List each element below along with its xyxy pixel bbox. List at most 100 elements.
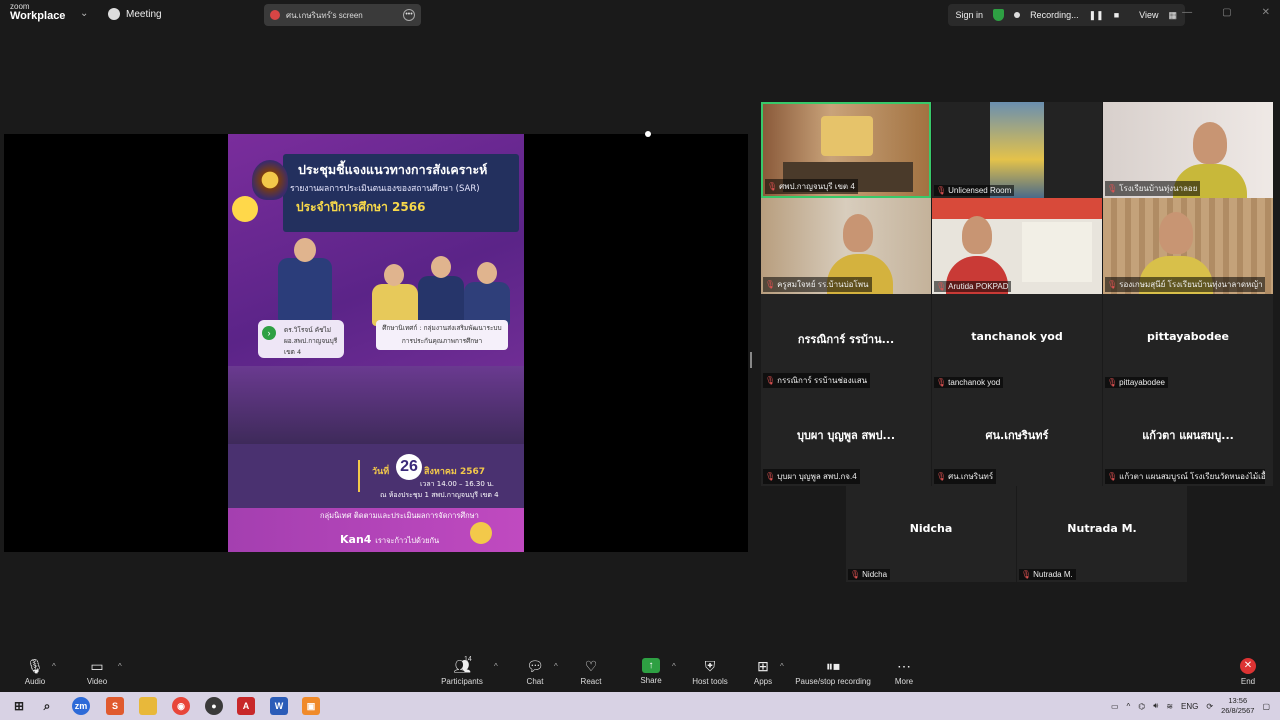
more-label: More bbox=[894, 677, 914, 686]
mic-off-icon: 🎙︎ bbox=[1107, 378, 1118, 387]
zoom-app-icon[interactable]: zm bbox=[72, 697, 90, 715]
participant-tile[interactable]: pittayabodee 🎙︎ pittayabodee bbox=[1103, 294, 1273, 390]
word-icon[interactable]: W bbox=[270, 697, 288, 715]
stop-recording-icon[interactable]: ■ bbox=[1114, 10, 1119, 20]
meeting-toolbar: 🎙︎ Audio ^ ▭ Video ^ 👥︎ 14 Participants … bbox=[0, 654, 1280, 692]
audio-options-caret[interactable]: ^ bbox=[52, 662, 56, 671]
chrome-icon[interactable]: ◉ bbox=[172, 697, 190, 715]
arrow-right-icon: › bbox=[262, 326, 276, 340]
footer-slogan: Kan4 เราจะก้าวไปด้วยกัน bbox=[340, 533, 439, 547]
more-icon: ⋯ bbox=[897, 658, 911, 674]
notification-icon[interactable]: ▢ bbox=[1262, 702, 1270, 711]
system-tray: ▭ ^ ⌬ 🔊︎ ≋ ENG ⟳ 13:56 26/8/2567 ▢ bbox=[1111, 696, 1270, 716]
remote-cursor bbox=[645, 131, 651, 137]
video-label: Video bbox=[86, 677, 108, 686]
participant-tile[interactable]: 🎙︎ Arutida POKPAD bbox=[932, 198, 1102, 294]
chat-options-caret[interactable]: ^ bbox=[554, 662, 558, 671]
zoom-logo: zoom Workplace bbox=[10, 3, 65, 22]
participant-name-label: 🎙︎ บุบผา บุญพูล สพป.กจ.4 bbox=[763, 469, 860, 484]
chat-button[interactable]: 💬︎ Chat bbox=[518, 658, 552, 686]
panel-resize-handle[interactable] bbox=[750, 352, 752, 368]
clock[interactable]: 13:56 26/8/2567 bbox=[1221, 696, 1254, 716]
shield-icon: ⛨ bbox=[704, 658, 716, 674]
video-feed bbox=[990, 102, 1044, 198]
participants-icon: 👥︎ bbox=[453, 658, 471, 674]
pdf-icon[interactable]: A bbox=[237, 697, 255, 715]
participant-tile[interactable]: แก้วตา แผนสมบู... 🎙︎ แก้วตา แผนสมบูรณ์ โร… bbox=[1103, 390, 1273, 486]
director-head bbox=[294, 238, 316, 262]
pause-stop-icon: ⏸︎⏹︎ bbox=[826, 658, 840, 674]
video-options-caret[interactable]: ^ bbox=[118, 662, 122, 671]
mic-off-icon: 🎙︎ bbox=[936, 378, 947, 387]
participant-display-name: Nutrada M. bbox=[1067, 522, 1137, 535]
group-line1: ศึกษานิเทศก์ : กลุ่มงานส่งเสริมพัฒนาระบบ bbox=[382, 324, 502, 332]
react-label: React bbox=[580, 677, 602, 686]
title-bar: zoom Workplace ⌄ Meeting ศน.เกษรินทร์'s … bbox=[0, 0, 1280, 30]
event-place: ณ ห้องประชุม 1 สพป.กาญจนบุรี เขต 4 bbox=[380, 491, 499, 499]
apps-options-caret[interactable]: ^ bbox=[780, 662, 784, 671]
meeting-menu[interactable]: Meeting bbox=[108, 8, 162, 20]
app-orange-icon[interactable]: ▣ bbox=[302, 697, 320, 715]
participant-tile[interactable]: 🎙︎ Unlicensed Room bbox=[932, 102, 1102, 198]
footer-unit: กลุ่มนิเทศ ติดตามและประเมินผลการจัดการศึ… bbox=[320, 511, 479, 520]
windows-start-icon[interactable]: ⊞ bbox=[10, 697, 28, 715]
tray-wifi-icon[interactable]: ≋ bbox=[1166, 702, 1173, 711]
more-options-icon[interactable]: ••• bbox=[403, 9, 415, 21]
tray-network-icon[interactable]: ⌬ bbox=[1138, 702, 1145, 711]
tray-volume-icon[interactable]: 🔊︎ bbox=[1153, 701, 1158, 711]
footer-tagline: เราจะก้าวไปด้วยกัน bbox=[375, 536, 440, 545]
meeting-icon bbox=[108, 8, 120, 20]
video-button[interactable]: ▭ Video bbox=[80, 658, 114, 686]
month-year: สิงหาคม 2567 bbox=[424, 467, 486, 477]
pause-recording-icon[interactable]: ❚❚ bbox=[1089, 10, 1104, 21]
mic-off-icon: 🎙︎ bbox=[1107, 280, 1118, 289]
share-button[interactable]: ↑ Share bbox=[634, 658, 668, 685]
close-icon[interactable]: ✕ bbox=[1262, 7, 1270, 18]
participant-tile[interactable]: Nutrada M. 🎙︎ Nutrada M. bbox=[1017, 486, 1187, 582]
director-photo bbox=[278, 258, 332, 322]
more-button[interactable]: ⋯ More bbox=[890, 658, 918, 686]
participant-tile[interactable]: 🎙︎ รองเกษมสุนีย์ โรงเรียนบ้านทุ่งนาลาดหญ้… bbox=[1103, 198, 1273, 294]
security-shield-icon[interactable] bbox=[993, 9, 1005, 21]
camera-icon: ▭ bbox=[90, 658, 104, 674]
grid-view-icon[interactable]: ▦ bbox=[1168, 10, 1177, 21]
participants-button[interactable]: 👥︎ 14 Participants bbox=[436, 656, 488, 686]
emblem-backdrop bbox=[821, 116, 873, 156]
apps-button[interactable]: ⊞ Apps bbox=[748, 658, 778, 686]
participant-tile[interactable]: บุบผา บุญพูล สพป... 🎙︎ บุบผา บุญพูล สพป.ก… bbox=[761, 390, 931, 486]
end-button[interactable]: ✕ End bbox=[1234, 658, 1262, 686]
file-explorer-icon[interactable] bbox=[139, 697, 157, 715]
mic-off-icon: 🎙︎ bbox=[765, 472, 776, 481]
participant-tile[interactable]: Nidcha 🎙︎ Nidcha bbox=[846, 486, 1016, 582]
participant-tile[interactable]: 🎙︎ ศพป.กาญจนบุรี เขต 4 bbox=[761, 102, 931, 198]
meeting-label: Meeting bbox=[126, 8, 162, 20]
participant-tile[interactable]: กรรณิการ์ รรบ้าน... 🎙︎ กรรณิการ์ รรบ้านช่… bbox=[761, 294, 931, 390]
mic-off-icon: 🎙︎ bbox=[1021, 570, 1032, 579]
react-button[interactable]: ♡ React bbox=[574, 658, 608, 686]
participant-name-label: 🎙︎ Arutida POKPAD bbox=[934, 281, 1012, 292]
sign-in-button[interactable]: Sign in bbox=[956, 10, 984, 20]
participant-tile[interactable]: tanchanok yod 🎙︎ tanchanok yod bbox=[932, 294, 1102, 390]
participant-tile[interactable]: 🎙︎ ครูสมใจหย์ รร.บ้านบ่อโพน bbox=[761, 198, 931, 294]
language-indicator[interactable]: ENG bbox=[1181, 702, 1198, 711]
view-button[interactable]: View bbox=[1139, 10, 1158, 20]
tray-sync-icon[interactable]: ⟳ bbox=[1206, 702, 1213, 711]
sun-icon bbox=[232, 196, 258, 222]
participant-display-name: ศน.เกษรินทร์ bbox=[985, 429, 1049, 442]
pause-recording-button[interactable]: ⏸︎⏹︎ Pause/stop recording bbox=[794, 658, 872, 686]
audio-button[interactable]: 🎙︎ Audio bbox=[18, 658, 52, 686]
search-icon[interactable]: ⌕ bbox=[38, 697, 56, 715]
share-options-caret[interactable]: ^ bbox=[672, 662, 676, 671]
chevron-down-icon[interactable]: ⌄ bbox=[80, 8, 88, 19]
participants-options-caret[interactable]: ^ bbox=[494, 662, 498, 671]
participant-tile[interactable]: ศน.เกษรินทร์ 🎙︎ ศน.เกษรินทร์ bbox=[932, 390, 1102, 486]
participant-tile[interactable]: 🎙︎ โรงเรียนบ้านทุ่งนาลอย bbox=[1103, 102, 1273, 198]
tray-app-icon[interactable]: ▭ bbox=[1111, 702, 1119, 711]
app-s-icon[interactable]: S bbox=[106, 697, 124, 715]
shared-screen-tab[interactable]: ศน.เกษรินทร์'s screen ••• bbox=[264, 4, 421, 26]
app-record-icon[interactable]: ● bbox=[205, 697, 223, 715]
minimize-icon[interactable]: — bbox=[1182, 7, 1192, 18]
maximize-icon[interactable]: ▢ bbox=[1222, 7, 1231, 18]
host-tools-button[interactable]: ⛨ Host tools bbox=[690, 658, 730, 686]
tray-chevron-icon[interactable]: ^ bbox=[1127, 702, 1131, 711]
